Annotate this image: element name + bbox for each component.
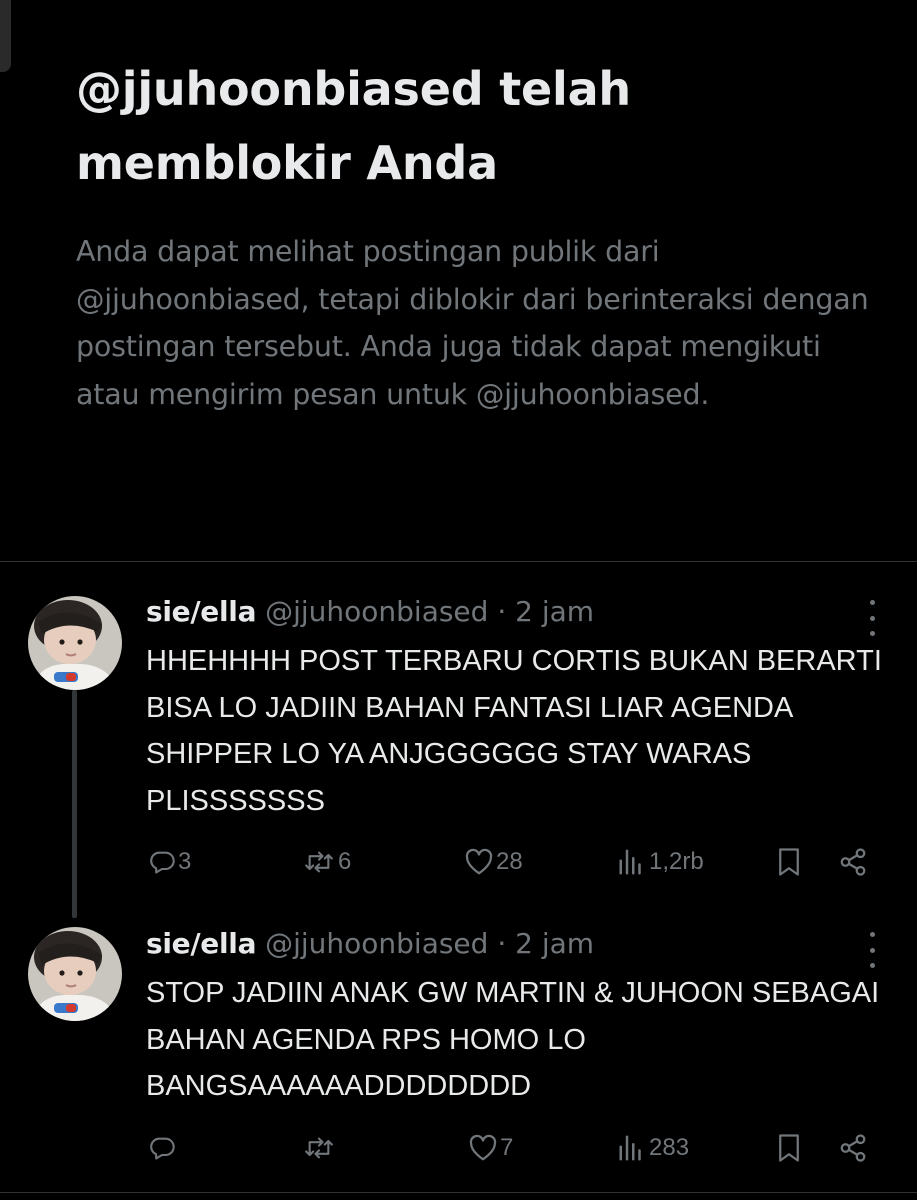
- tweet-actions: 3 6 28 1,2rb: [0, 842, 917, 882]
- bookmark-button[interactable]: [776, 842, 802, 882]
- view-count: 1,2rb: [649, 848, 704, 875]
- avatar[interactable]: [28, 596, 122, 690]
- repost-button[interactable]: 6: [302, 842, 351, 882]
- block-notice: @jjuhoonbiased telah memblokir Anda Anda…: [76, 52, 876, 418]
- like-button[interactable]: 7: [468, 1128, 513, 1168]
- like-count: 28: [496, 848, 523, 875]
- tweet-header: sie/ella @jjuhoonbiased · 2 jam: [146, 592, 594, 632]
- user-handle[interactable]: @jjuhoonbiased: [265, 927, 488, 960]
- like-button[interactable]: 28: [464, 842, 523, 882]
- separator: ·: [497, 595, 507, 628]
- heart-icon: [465, 848, 493, 875]
- bookmark-icon: [779, 1134, 799, 1162]
- tweet-actions: 7 283: [0, 1128, 917, 1168]
- tweet-header: sie/ella @jjuhoonbiased · 2 jam: [146, 924, 594, 964]
- reply-icon: [150, 1137, 175, 1160]
- reply-count: 3: [178, 848, 192, 875]
- share-icon: [840, 1134, 866, 1162]
- thread-connector-line: [72, 690, 77, 918]
- share-button[interactable]: [838, 1128, 868, 1168]
- view-count: 283: [649, 1134, 690, 1161]
- more-icon[interactable]: [858, 600, 886, 636]
- scroll-edge: [0, 0, 11, 72]
- block-title: @jjuhoonbiased telah memblokir Anda: [76, 62, 631, 190]
- tweet-text: HHEHHHH POST TERBARU CORTIS BUKAN BERART…: [146, 645, 882, 817]
- user-handle[interactable]: @jjuhoonbiased: [265, 595, 488, 628]
- share-button[interactable]: [838, 842, 868, 882]
- heart-icon: [469, 1134, 497, 1161]
- views-button[interactable]: 1,2rb: [617, 842, 704, 882]
- reply-button[interactable]: 3: [148, 842, 191, 882]
- bookmark-button[interactable]: [776, 1128, 802, 1168]
- more-icon[interactable]: [858, 932, 886, 968]
- repost-count: 6: [338, 848, 352, 875]
- tweet-text: STOP JADIIN ANAK GW MARTIN & JUHOON SEBA…: [146, 977, 880, 1102]
- repost-button[interactable]: [302, 1128, 338, 1168]
- views-icon: [619, 849, 641, 875]
- divider: [0, 1192, 917, 1193]
- display-name[interactable]: sie/ella: [146, 927, 256, 960]
- views-button[interactable]: 283: [617, 1128, 689, 1168]
- reply-icon: [150, 851, 175, 874]
- divider: [0, 561, 917, 562]
- like-count: 7: [500, 1134, 514, 1161]
- timestamp[interactable]: 2 jam: [515, 595, 594, 628]
- separator: ·: [497, 927, 507, 960]
- block-description: Anda dapat melihat postingan publik dari…: [76, 235, 869, 411]
- share-icon: [840, 848, 866, 876]
- display-name[interactable]: sie/ella: [146, 595, 256, 628]
- bookmark-icon: [779, 848, 799, 876]
- repost-icon: [305, 1137, 333, 1159]
- avatar[interactable]: [28, 927, 122, 1021]
- repost-icon: [305, 851, 333, 873]
- views-icon: [619, 1135, 641, 1161]
- timestamp[interactable]: 2 jam: [515, 927, 594, 960]
- reply-button[interactable]: [148, 1128, 178, 1168]
